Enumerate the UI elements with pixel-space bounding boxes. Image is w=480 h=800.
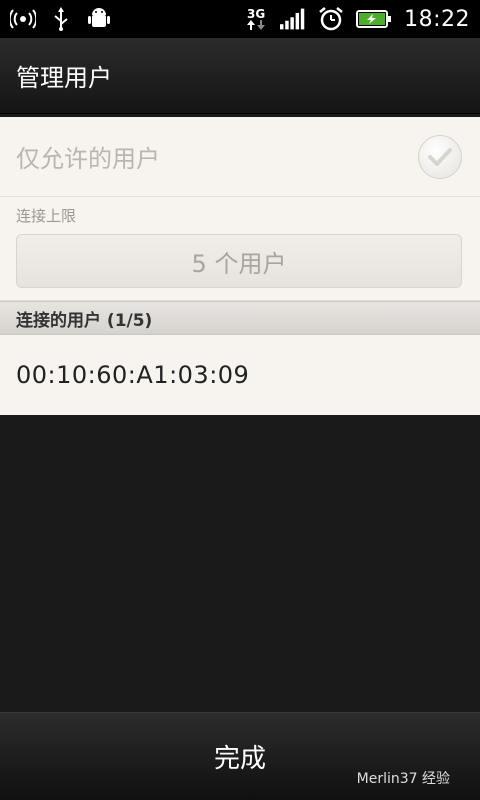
clock-time: 18:22: [404, 6, 470, 32]
status-left: [10, 6, 112, 32]
network-type-badge: 3G: [244, 8, 268, 30]
connection-limit-section: 连接上限 5 个用户: [0, 197, 480, 301]
connected-users-header: 连接的用户 (1/5): [0, 301, 480, 335]
list-item[interactable]: 00:10:60:A1:03:09: [0, 335, 480, 415]
connection-limit-button[interactable]: 5 个用户: [16, 234, 462, 288]
allow-only-users-checkbox[interactable]: [418, 134, 462, 179]
watermark: Merlin37 经验: [356, 771, 450, 787]
done-button[interactable]: 完成: [214, 738, 266, 775]
settings-panel: 仅允许的用户 连接上限 5 个用户 连接的用户 (1/5) 00:10:60:A…: [0, 117, 480, 415]
status-right: 3G 18:22: [244, 6, 470, 32]
signal-icon: [280, 6, 306, 32]
status-bar: 3G 18:22: [0, 0, 480, 38]
allow-only-users-row[interactable]: 仅允许的用户: [0, 117, 480, 197]
alarm-icon: [318, 6, 344, 32]
usb-icon: [48, 6, 74, 32]
android-debug-icon: [86, 6, 112, 32]
hotspot-icon: [10, 6, 36, 32]
checkmark-icon: [428, 147, 452, 166]
battery-charging-icon: [356, 6, 392, 32]
allow-only-users-label: 仅允许的用户: [16, 145, 160, 173]
page-title: 管理用户: [16, 64, 112, 92]
connection-limit-label: 连接上限: [16, 207, 77, 225]
title-bar: 管理用户: [0, 38, 480, 114]
network-type-label: 3G: [246, 7, 266, 21]
device-mac-address: 00:10:60:A1:03:09: [16, 361, 250, 389]
